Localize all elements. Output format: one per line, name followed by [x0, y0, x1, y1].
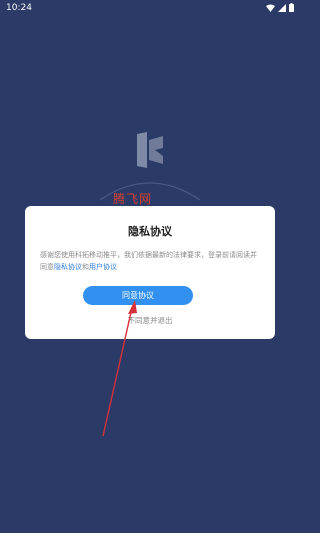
privacy-policy-link[interactable]: 隐私协议 [54, 263, 82, 271]
status-time: 10:24 [6, 3, 32, 13]
connector-text: 和 [82, 263, 89, 271]
dialog-body: 感谢您使用科拓移动推平，我们依据最新的法律要求，登录前请阅读并同意隐私协议和用户… [40, 249, 262, 273]
watermark-text: 腾飞网 [113, 192, 153, 206]
disagree-exit-button[interactable]: 不同意并退出 [103, 314, 197, 327]
status-icons [266, 3, 294, 12]
signal-icon [278, 3, 286, 12]
app-logo-icon [137, 132, 163, 168]
dialog-title: 隐私协议 [128, 225, 172, 238]
battery-icon [289, 3, 294, 12]
agree-button[interactable]: 同意协议 [83, 286, 193, 305]
status-bar: 10:24 [0, 0, 300, 16]
user-agreement-link[interactable]: 用户协议 [89, 263, 117, 271]
wifi-icon [266, 4, 275, 12]
